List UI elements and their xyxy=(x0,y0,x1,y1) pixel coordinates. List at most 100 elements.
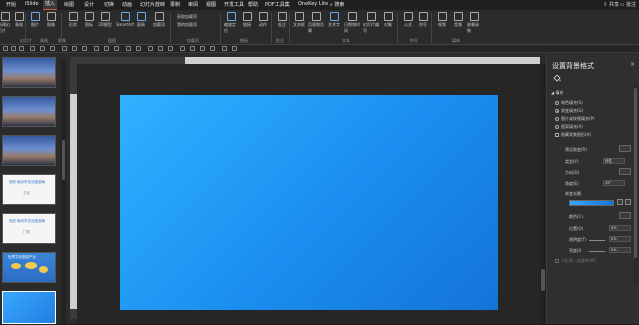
close-icon[interactable]: × xyxy=(630,61,635,68)
shape-outline-icon[interactable] xyxy=(40,46,45,51)
share-button[interactable]: ⇪ 共享 xyxy=(603,1,619,8)
tab-animations[interactable]: 动画 xyxy=(122,1,132,8)
tab-design[interactable]: 设计 xyxy=(84,1,94,8)
solid-fill-radio[interactable] xyxy=(555,101,559,105)
slide-thumbnail[interactable] xyxy=(2,57,56,88)
addins-button[interactable]: 加载项 xyxy=(152,12,166,28)
fill-section-header[interactable]: ◢ 填充 xyxy=(551,90,563,96)
tab-review[interactable]: 审阅 xyxy=(188,1,198,8)
action-button[interactable]: 动作 xyxy=(256,12,270,28)
rotate-with-shape-checkbox[interactable] xyxy=(555,259,559,263)
font-color-icon[interactable] xyxy=(126,46,131,51)
tab-draw[interactable]: 绘图 xyxy=(64,1,74,8)
scroll-thumb[interactable] xyxy=(634,88,637,258)
smartart-button[interactable]: SmartArt xyxy=(116,12,134,27)
group-icon[interactable] xyxy=(72,46,77,51)
text-direction-icon[interactable] xyxy=(94,46,99,51)
panel-scrollbar[interactable] xyxy=(634,83,638,283)
position-spinner[interactable]: 0% xyxy=(609,225,631,231)
type-dropdown[interactable]: 线性 xyxy=(603,158,625,164)
color-picker-button[interactable] xyxy=(619,212,631,219)
pattern-fill-radio[interactable] xyxy=(555,125,559,129)
preset-gradient-button[interactable] xyxy=(619,145,631,152)
slide-thumbnail-selected[interactable] xyxy=(2,291,56,324)
save-icon[interactable] xyxy=(3,46,8,51)
chart-button[interactable]: 图表 xyxy=(134,12,148,28)
search-box[interactable]: ⌕ 搜索 xyxy=(330,1,344,8)
gradient-stops-bar[interactable] xyxy=(569,200,614,206)
slide-number-button[interactable]: 幻灯片编号 xyxy=(363,12,379,34)
tab-developer[interactable]: 开发工具 xyxy=(224,1,244,8)
shape-fill-icon[interactable] xyxy=(50,46,55,51)
paint-bucket-icon[interactable] xyxy=(553,75,561,82)
video-button[interactable]: 视频 xyxy=(435,12,449,28)
link-button[interactable]: 链接 xyxy=(240,12,254,28)
remove-stop-icon[interactable] xyxy=(625,199,631,205)
my-addins-item[interactable]: 我的加载项 xyxy=(177,22,197,28)
italic-icon[interactable] xyxy=(158,46,163,51)
brightness-spinner[interactable]: 0% xyxy=(609,247,631,253)
slide-thumbnail[interactable] xyxy=(2,135,56,166)
align-right-icon[interactable] xyxy=(210,46,215,51)
tab-home[interactable]: 开始 xyxy=(6,1,16,8)
slide-thumbnail[interactable]: 西安·南京市文化旅游局 文化 xyxy=(2,174,56,205)
header-footer-button[interactable]: 页眉和页脚 xyxy=(308,12,324,34)
more-icon[interactable] xyxy=(232,46,237,51)
slide-thumbnail[interactable]: 西安·南京市文化旅游局 门类 xyxy=(2,213,56,244)
tab-help[interactable]: 帮助 xyxy=(248,1,258,8)
comment-insert-button[interactable]: 批注 xyxy=(275,12,289,28)
audio-button[interactable]: 音频 xyxy=(451,12,465,28)
current-slide[interactable] xyxy=(120,95,498,310)
transparency-slider[interactable] xyxy=(589,240,605,241)
gradient-fill-radio[interactable] xyxy=(555,109,559,113)
transparency-spinner[interactable]: 0% xyxy=(609,236,631,242)
tab-transitions[interactable]: 切换 xyxy=(104,1,114,8)
scroll-thumb[interactable] xyxy=(541,269,545,291)
align-center-icon[interactable] xyxy=(200,46,205,51)
add-stop-icon[interactable] xyxy=(617,199,623,205)
bold-icon[interactable] xyxy=(148,46,153,51)
align-icon[interactable] xyxy=(62,46,67,51)
undo-icon[interactable] xyxy=(11,46,16,51)
arrange-icon[interactable] xyxy=(82,46,87,51)
bullets-icon[interactable] xyxy=(104,46,109,51)
underline-icon[interactable] xyxy=(168,46,173,51)
tab-record[interactable]: 录制 xyxy=(170,1,180,8)
new-slide-button[interactable]: 新建幻灯片 xyxy=(0,12,12,34)
redo-icon[interactable] xyxy=(19,46,24,51)
crop-icon[interactable] xyxy=(222,46,227,51)
picture-fill-radio[interactable] xyxy=(555,117,559,121)
numbering-icon[interactable] xyxy=(114,46,119,51)
slide-thumbnail[interactable] xyxy=(2,96,56,127)
icons-button[interactable]: 图标 xyxy=(82,12,96,28)
tab-onekey[interactable]: OneKey Lite xyxy=(298,1,328,7)
direction-button[interactable] xyxy=(619,168,631,175)
textbox-button[interactable]: 文本框 xyxy=(292,12,306,28)
tab-insert[interactable]: 插入 xyxy=(43,0,58,10)
align-left-icon[interactable] xyxy=(190,46,195,51)
highlight-icon[interactable] xyxy=(136,46,141,51)
picture-button[interactable]: 图片 xyxy=(28,12,42,28)
brightness-slider[interactable] xyxy=(589,251,605,252)
format-painter-icon[interactable] xyxy=(30,46,35,51)
tab-islide[interactable]: iSlide xyxy=(25,1,39,7)
equation-button[interactable]: 公式 xyxy=(401,12,415,28)
symbol-button[interactable]: 符号 xyxy=(416,12,430,28)
tab-view[interactable]: 视图 xyxy=(206,1,216,8)
shapes-button[interactable]: 形状 xyxy=(66,12,80,28)
image-button[interactable]: 图像 xyxy=(44,12,58,28)
slide-thumbnail[interactable]: 世界文化旅游产业 xyxy=(2,252,56,283)
comment-button[interactable]: ▭ 批注 xyxy=(620,1,636,8)
scroll-thumb[interactable] xyxy=(62,140,65,180)
tab-pdf-tools[interactable]: PDF工具集 xyxy=(265,1,290,8)
3d-model-button[interactable]: 3D模型 xyxy=(98,12,112,28)
date-time-button[interactable]: 日期和时间 xyxy=(344,12,360,34)
thumbnails-scrollbar[interactable] xyxy=(61,60,66,325)
table-button[interactable]: 表格 xyxy=(12,12,26,28)
object-button[interactable]: 对象 xyxy=(381,12,395,28)
screen-record-button[interactable]: 屏幕录制 xyxy=(467,12,481,34)
angle-spinner[interactable]: 45° xyxy=(603,180,625,186)
hide-background-checkbox[interactable] xyxy=(555,133,559,137)
get-addins-item[interactable]: 获取加载项 xyxy=(177,14,197,20)
wordart-button[interactable]: 艺术字 xyxy=(327,12,341,28)
